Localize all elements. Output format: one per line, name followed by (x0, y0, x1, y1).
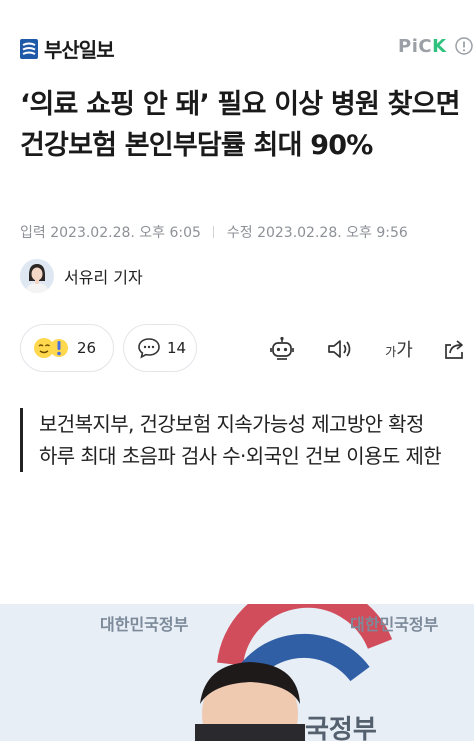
backdrop-text-center: 국정부 (305, 715, 377, 741)
backdrop-text-right: 대한민국정부 (350, 615, 439, 634)
input-time: 2023.02.28. 오후 6:05 (50, 225, 201, 241)
input-label: 입력 (20, 225, 46, 241)
share-button[interactable] (440, 336, 468, 362)
more-options-icon[interactable] (455, 37, 473, 55)
font-size-small-label: 가 (385, 344, 397, 359)
reporter-avatar (20, 259, 54, 293)
busan-ilbo-logo[interactable]: 부산일보 (20, 34, 115, 63)
comment-icon (138, 338, 160, 359)
pick-button[interactable]: PiCK (398, 36, 447, 57)
edit-label: 수정 (226, 225, 253, 241)
reaction-emoji-icon (34, 338, 68, 358)
reporter-photo-icon (20, 259, 54, 293)
reaction-button[interactable]: 26 (20, 324, 114, 372)
audio-button[interactable] (326, 336, 354, 362)
comment-count: 14 (167, 339, 187, 357)
share-icon (445, 340, 463, 359)
reaction-count: 26 (77, 339, 97, 357)
action-bar: 26 14 가가 (20, 324, 474, 374)
ai-summary-button[interactable] (268, 336, 296, 362)
edit-time: 2023.02.28. 오후 9:56 (257, 225, 408, 241)
summary-line: 보건복지부, 건강보험 지속가능성 제고방안 확정 (39, 412, 424, 436)
backdrop-text-left: 대한민국정부 (100, 615, 189, 634)
logo-text: 부산일보 (44, 38, 115, 62)
article-photo[interactable]: 대한민국정부 대한민국정부 국정부 (0, 604, 474, 741)
pick-label-prefix: PiC (398, 36, 433, 57)
reporter-name: 서유리 기자 (64, 268, 143, 287)
font-size-button[interactable]: 가가 (382, 336, 416, 362)
robot-icon (270, 336, 294, 360)
comment-button[interactable]: 14 (123, 324, 197, 372)
article-dates: 입력 2023.02.28. 오후 6:05 수정 2023.02.28. 오후… (20, 222, 408, 242)
top-bar: 부산일보 PiCK (0, 0, 474, 86)
reporter-info[interactable]: 서유리 기자 (20, 259, 143, 293)
date-divider (213, 226, 215, 238)
font-size-large-label: 가 (396, 340, 413, 361)
press-briefing-photo: 대한민국정부 대한민국정부 국정부 (0, 604, 474, 741)
busan-ilbo-logo-icon (20, 38, 38, 59)
pick-label-suffix: K (432, 36, 447, 57)
article-summary: 보건복지부, 건강보험 지속가능성 제고방안 확정 하루 최대 초음파 검사 수… (20, 408, 460, 472)
summary-line: 하루 최대 초음파 검사 수·외국인 건보 이용도 제한 (39, 444, 442, 468)
article-headline: ‘의료 쇼핑 안 돼’ 필요 이상 병원 찾으면 건강보험 본인부담률 최대 9… (20, 89, 461, 161)
speaker-icon (328, 340, 351, 358)
